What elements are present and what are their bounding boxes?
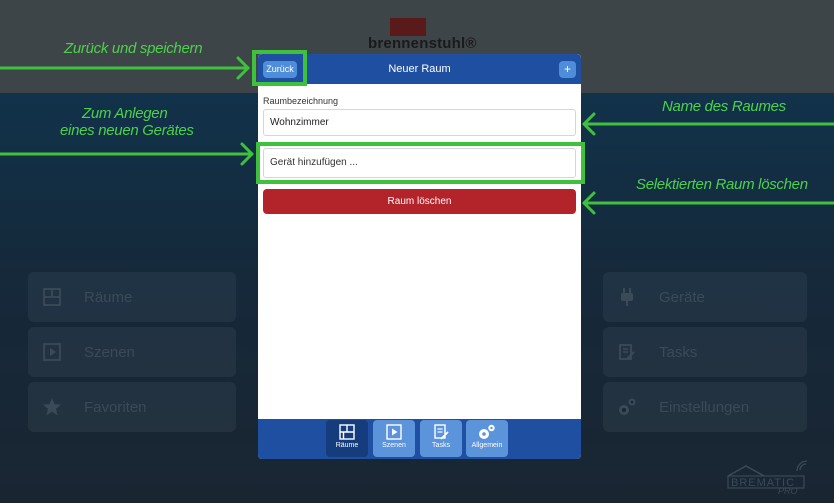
annotation-new-device-line2: eines neuen Gerätes	[60, 122, 194, 139]
annotation-new-device-line1: Zum Anlegen	[82, 105, 168, 122]
annotation-delete-room: Selektierten Raum löschen	[636, 176, 808, 193]
annotation-room-name: Name des Raumes	[662, 98, 786, 115]
annotation-arrows	[0, 56, 834, 215]
annotation-back-save: Zurück und speichern	[64, 40, 203, 57]
